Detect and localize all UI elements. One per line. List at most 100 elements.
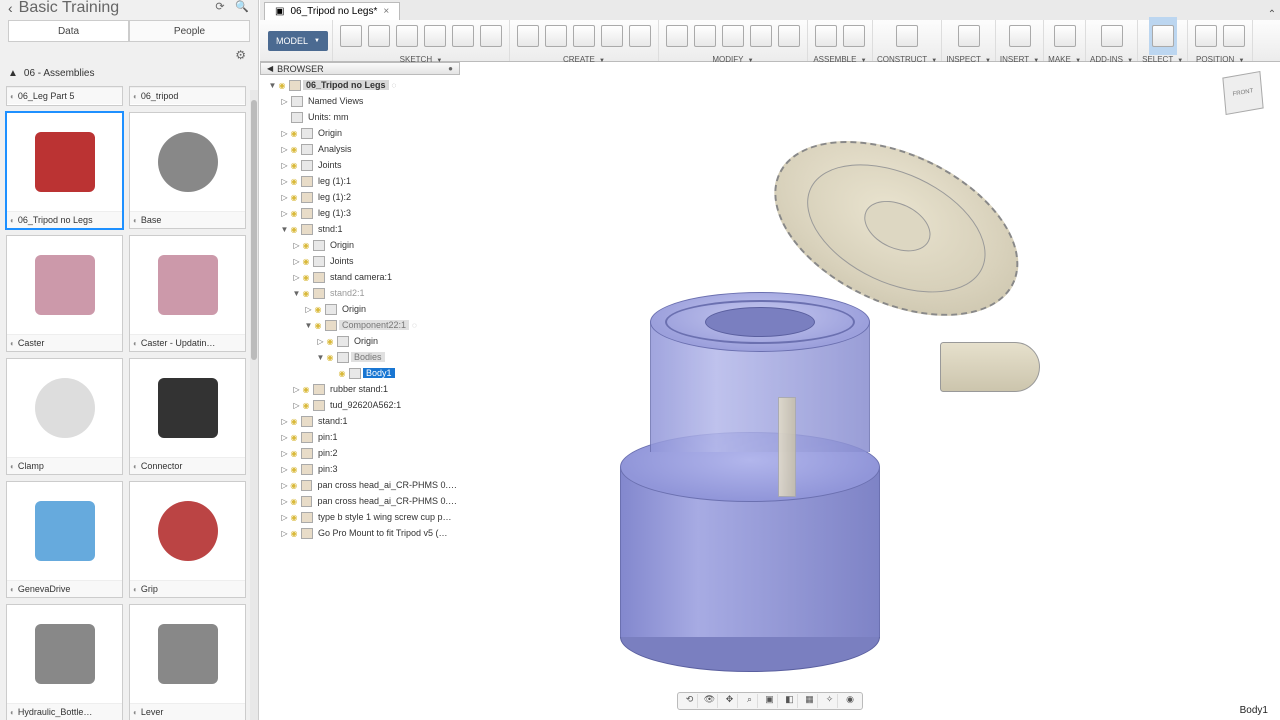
model-upper-cylinder[interactable] xyxy=(650,292,870,462)
expand-icon[interactable]: ▷ xyxy=(280,193,289,202)
cyl-button[interactable] xyxy=(570,17,598,55)
visibility-icon[interactable]: ◉ xyxy=(313,305,323,314)
expand-icon[interactable]: ▷ xyxy=(292,241,301,250)
visibility-icon[interactable]: ◉ xyxy=(289,193,299,202)
model-axis[interactable] xyxy=(778,397,796,497)
expand-icon[interactable]: ▷ xyxy=(292,385,301,394)
effects-button[interactable]: ✧ xyxy=(822,694,838,708)
close-icon[interactable]: × xyxy=(383,6,389,17)
3dp-button[interactable] xyxy=(1051,17,1079,55)
camera-button[interactable]: ◉ xyxy=(842,694,858,708)
tree-row[interactable]: ▷◉Go Pro Mount to fit Tripod v5 (… xyxy=(260,525,460,541)
visibility-icon[interactable]: ◉ xyxy=(289,449,299,458)
extr-button[interactable] xyxy=(626,17,654,55)
thumbnail-item[interactable]: Grip xyxy=(129,481,246,598)
visibility-icon[interactable]: ◉ xyxy=(301,241,311,250)
tree-row[interactable]: ▷◉type b style 1 wing screw cup p… xyxy=(260,509,460,525)
expand-icon[interactable]: ▷ xyxy=(280,129,289,138)
expand-icon[interactable]: ▷ xyxy=(280,209,289,218)
visibility-icon[interactable]: ◉ xyxy=(337,369,347,378)
tree-row[interactable]: ▷◉Origin xyxy=(260,125,460,141)
pin-icon[interactable]: ● xyxy=(448,64,453,73)
scrollbar[interactable] xyxy=(250,90,258,720)
line-button[interactable] xyxy=(393,17,421,55)
tree-row[interactable]: ▷◉Origin xyxy=(260,301,460,317)
expand-icon[interactable]: ▷ xyxy=(292,273,301,282)
thumbnail-item[interactable]: GenevaDrive xyxy=(6,481,123,598)
move-button[interactable] xyxy=(775,17,803,55)
expand-icon[interactable]: ▷ xyxy=(280,177,289,186)
arc-button[interactable] xyxy=(449,17,477,55)
visibility-icon[interactable]: ◉ xyxy=(289,433,299,442)
tree-row[interactable]: ▷◉pin:2 xyxy=(260,445,460,461)
expand-icon[interactable]: ▷ xyxy=(280,513,289,522)
expand-icon[interactable]: ▷ xyxy=(292,257,301,266)
spline-button[interactable] xyxy=(477,17,505,55)
tree-row[interactable]: ▼◉stand2:1 xyxy=(260,285,460,301)
tree-row[interactable]: ▼◉06_Tripod no Legs◌ xyxy=(260,77,460,93)
visibility-icon[interactable]: ◉ xyxy=(301,401,311,410)
tree-row[interactable]: Units: mm xyxy=(260,109,460,125)
visibility-icon[interactable]: ◉ xyxy=(301,273,311,282)
rect-button[interactable] xyxy=(421,17,449,55)
visibility-icon[interactable]: ◉ xyxy=(301,385,311,394)
back-icon[interactable]: ‹ xyxy=(8,0,13,16)
decal-button[interactable] xyxy=(1006,17,1034,55)
collapse-tabs-icon[interactable]: ⌃ xyxy=(1264,9,1280,20)
joint-button[interactable] xyxy=(812,17,840,55)
expand-icon[interactable]: ▷ xyxy=(280,481,289,490)
expand-icon[interactable]: ▷ xyxy=(280,417,289,426)
thumbnail-item[interactable]: 06_tripod xyxy=(129,86,246,106)
expand-icon[interactable]: ▷ xyxy=(316,337,325,346)
tree-row[interactable]: ▷◉leg (1):2 xyxy=(260,189,460,205)
expand-icon[interactable]: ▷ xyxy=(280,161,289,170)
visibility-icon[interactable]: ◉ xyxy=(313,321,323,330)
expand-icon[interactable]: ▷ xyxy=(304,305,313,314)
tree-row[interactable]: ▷◉pin:1 xyxy=(260,429,460,445)
tree-row[interactable]: ▷◉leg (1):3 xyxy=(260,205,460,221)
thumbnail-item[interactable]: Connector xyxy=(129,358,246,475)
thumbnail-item[interactable]: Caster xyxy=(6,235,123,352)
redo-button[interactable] xyxy=(365,17,393,55)
expand-icon[interactable]: ▷ xyxy=(280,433,289,442)
tree-row[interactable]: ▼◉stnd:1 xyxy=(260,221,460,237)
visibility-icon[interactable]: ◉ xyxy=(325,337,335,346)
display-button[interactable]: ◧ xyxy=(782,694,798,708)
tree-row[interactable]: ▷◉Origin xyxy=(260,237,460,253)
model-base-cylinder[interactable] xyxy=(620,432,880,662)
visibility-icon[interactable]: ◉ xyxy=(301,257,311,266)
asm-button[interactable] xyxy=(840,17,868,55)
tree-row[interactable]: ▷◉Origin xyxy=(260,333,460,349)
expand-icon[interactable]: ▷ xyxy=(280,449,289,458)
activate-icon[interactable]: ◌ xyxy=(412,321,417,330)
orbit-button[interactable]: ⟲ xyxy=(682,694,698,708)
visibility-icon[interactable]: ◉ xyxy=(289,497,299,506)
expand-icon[interactable]: ▷ xyxy=(280,497,289,506)
visibility-icon[interactable]: ◉ xyxy=(289,481,299,490)
thumbnail-item[interactable]: Lever xyxy=(129,604,246,720)
undo-button[interactable] xyxy=(337,17,365,55)
grid-button[interactable]: ▦ xyxy=(802,694,818,708)
visibility-icon[interactable]: ◉ xyxy=(289,529,299,538)
breadcrumb[interactable]: ▲ 06 - Assemblies xyxy=(0,64,258,82)
tree-row[interactable]: ▷◉pan cross head_ai_CR-PHMS 0.… xyxy=(260,477,460,493)
visibility-icon[interactable]: ◉ xyxy=(289,129,299,138)
scrollbar-thumb[interactable] xyxy=(251,100,257,360)
tree-row[interactable]: ▷◉pin:3 xyxy=(260,461,460,477)
fit-button[interactable]: ▣ xyxy=(762,694,778,708)
look-button[interactable]: 👁 xyxy=(702,694,718,708)
view-cube-face[interactable]: FRONT xyxy=(1222,71,1263,115)
expand-icon[interactable]: ▷ xyxy=(280,145,289,154)
cut-button[interactable] xyxy=(663,17,691,55)
tree-row[interactable]: ▷◉pan cross head_ai_CR-PHMS 0.… xyxy=(260,493,460,509)
box-button[interactable] xyxy=(514,17,542,55)
select-button[interactable] xyxy=(1149,17,1177,55)
thumbnail-item[interactable]: Base xyxy=(129,112,246,229)
tree-row[interactable]: ▷Named Views xyxy=(260,93,460,109)
pos2-button[interactable] xyxy=(1220,17,1248,55)
grid-button[interactable] xyxy=(542,17,570,55)
expand-icon[interactable]: ▼ xyxy=(316,353,325,362)
visibility-icon[interactable]: ◉ xyxy=(325,353,335,362)
thumbnail-item[interactable]: Clamp xyxy=(6,358,123,475)
visibility-icon[interactable]: ◉ xyxy=(289,417,299,426)
